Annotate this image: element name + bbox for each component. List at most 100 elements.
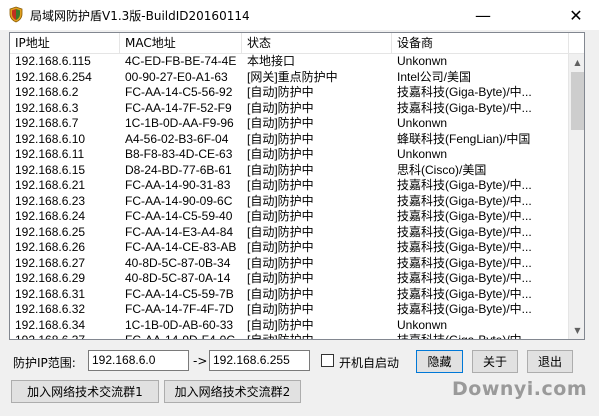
status-cell: [自动]防护中 [247,209,314,223]
table-row[interactable]: 192.168.6.29 40-8D-5C-87-0A-14 [自动]防护中 技嘉科技… [10,271,569,287]
autostart-label[interactable]: 开机自启动 [339,354,399,371]
vendor-cell: Unkonwn [397,116,448,130]
vendor-cell: 技嘉科技(Giga-Byte)/中... [397,100,532,115]
hide-button[interactable]: 隐藏 [416,350,463,373]
table-row[interactable]: 192.168.6.15 D8-24-BD-77-6B-61 [自动]防护中 思科(C… [10,163,569,179]
list-header: IP地址 MAC地址 状态 设备商 [10,33,584,54]
ip-cell: 192.168.6.21 [15,178,86,192]
mac-cell: FC-AA-14-C5-59-40 [125,209,233,223]
scroll-up-icon[interactable]: ▲ [569,54,584,71]
title-bar: 局域网防护盾V1.3版-BuildID20160114 — ✕ [0,0,599,30]
device-list[interactable]: IP地址 MAC地址 状态 设备商 192.168.6.115 4C-ED-FB-… [9,32,585,340]
vendor-cell: 技嘉科技(Giga-Byte)/中... [397,271,532,285]
mac-cell: 40-8D-5C-87-0B-34 [125,255,231,270]
range-start-input[interactable]: 192.168.6.0 [88,350,189,371]
ip-cell: 192.168.6.37 [10,333,119,339]
scroll-down-icon[interactable]: ▼ [569,322,584,339]
table-row[interactable]: 192.168.6.32 FC-AA-14-7F-4F-7D [自动]防护中 技嘉科技… [10,302,569,318]
mac-cell: FC-AA-14-90-31-83 [125,178,231,192]
mac-cell: FC-AA-14-7F-52-F9 [125,100,232,115]
vertical-scrollbar[interactable]: ▲ ▼ [568,54,584,339]
ip-cell: 192.168.6.23 [15,193,86,208]
ip-cell: 192.168.6.15 [15,162,86,177]
vendor-cell: 技嘉科技(Giga-Byte)/中... [392,333,569,339]
table-row[interactable]: 192.168.6.31 FC-AA-14-C5-59-7B [自动]防护中 技嘉科技… [10,287,569,303]
minimize-button[interactable]: — [460,0,506,30]
column-header-mac[interactable]: MAC地址 [120,33,242,53]
status-cell: [自动]防护中 [247,193,314,208]
vendor-cell: 技嘉科技(Giga-Byte)/中... [397,178,532,192]
ip-cell: 192.168.6.25 [15,224,86,239]
vendor-cell: 蜂联科技(FengLian)/中国 [397,131,531,146]
status-cell: [自动]防护中 [247,178,314,192]
status-cell: [自动]防护中 [247,286,314,301]
vendor-cell: 技嘉科技(Giga-Byte)/中... [397,85,532,99]
join-group1-button[interactable]: 加入网络技术交流群1 [11,380,159,403]
status-cell: [自动]防护中 [247,162,314,177]
status-cell: [自动]防护中 [247,317,314,332]
table-row[interactable]: 192.168.6.3 FC-AA-14-7F-52-F9 [自动]防护中 技嘉科技(… [10,101,569,117]
column-header-status[interactable]: 状态 [242,33,392,53]
ip-cell: 192.168.6.26 [15,240,86,254]
table-row[interactable]: 192.168.6.23 FC-AA-14-90-09-6C [自动]防护中 技嘉科技… [10,194,569,210]
status-cell: [自动]防护中 [247,147,314,161]
column-header-ip[interactable]: IP地址 [10,33,120,53]
table-row[interactable]: 192.168.6.10 A4-56-02-B3-6F-04 [自动]防护中 蜂联科技… [10,132,569,148]
table-row[interactable]: 192.168.6.7 1C-1B-0D-AA-F9-96 [自动]防护中 Unkon… [10,116,569,132]
vendor-cell: Unkonwn [397,54,448,68]
list-body: 192.168.6.115 4C-ED-FB-BE-74-4E 本地接口 Unkonw… [10,54,569,339]
window-title: 局域网防护盾V1.3版-BuildID20160114 [30,9,250,23]
range-arrow: -> [193,354,208,368]
minimize-icon: — [475,5,491,25]
vendor-cell: 技嘉科技(Giga-Byte)/中... [397,302,532,316]
vendor-cell: 技嘉科技(Giga-Byte)/中... [397,240,532,254]
close-icon: ✕ [569,5,583,25]
column-header-vendor[interactable]: 设备商 [392,33,569,53]
join-group2-button[interactable]: 加入网络技术交流群2 [164,380,301,403]
vendor-cell: 技嘉科技(Giga-Byte)/中... [397,193,532,208]
table-row[interactable]: 192.168.6.26 FC-AA-14-CE-83-AB [自动]防护中 技嘉科技… [10,240,569,256]
ip-cell: 192.168.6.254 [15,69,92,84]
table-row[interactable]: 192.168.6.2 FC-AA-14-C5-56-92 [自动]防护中 技嘉科技(… [10,85,569,101]
status-cell: [自动]防护中 [247,131,314,146]
status-cell: [自动]防护中 [247,116,314,130]
vendor-cell: 思科(Cisco)/美国 [397,162,487,177]
exit-button[interactable]: 退出 [527,350,573,373]
vendor-cell: 技嘉科技(Giga-Byte)/中... [397,224,532,239]
table-row[interactable]: 192.168.6.25 FC-AA-14-E3-A4-84 [自动]防护中 技嘉科技… [10,225,569,241]
table-row[interactable]: 192.168.6.254 00-90-27-E0-A1-63 [网关]重点防护中 I… [10,70,569,86]
range-label: 防护IP范围: [13,356,76,370]
status-cell: [自动]防护中 [247,85,314,99]
status-cell: [网关]重点防护中 [247,69,338,84]
table-row[interactable]: 192.168.6.34 1C-1B-0D-AB-60-33 [自动]防护中 Unko… [10,318,569,334]
status-cell: [自动]防护中 [247,224,314,239]
vendor-cell: 技嘉科技(Giga-Byte)/中... [397,286,532,301]
status-cell: [自动]防护中 [247,302,314,316]
ip-cell: 192.168.6.115 [15,54,91,68]
table-row[interactable]: 192.168.6.11 B8-F8-83-4D-CE-63 [自动]防护中 Unko… [10,147,569,163]
autostart-checkbox[interactable] [321,354,334,367]
vendor-cell: 技嘉科技(Giga-Byte)/中... [397,255,532,270]
mac-cell: 1C-1B-0D-AA-F9-96 [125,116,234,130]
ip-cell: 192.168.6.34 [15,317,86,332]
scroll-thumb[interactable] [571,72,584,130]
table-row[interactable]: 192.168.6.27 40-8D-5C-87-0B-34 [自动]防护中 技嘉科技… [10,256,569,272]
ip-cell: 192.168.6.7 [15,116,79,130]
mac-cell: B8-F8-83-4D-CE-63 [125,147,233,161]
mac-cell: FC-AA-14-C5-59-7B [125,286,234,301]
close-button[interactable]: ✕ [553,0,599,30]
range-end-input[interactable]: 192.168.6.255 [209,350,310,371]
about-button[interactable]: 关于 [472,350,518,373]
mac-cell: A4-56-02-B3-6F-04 [125,131,229,146]
vendor-cell: Unkonwn [397,147,448,161]
ip-cell: 192.168.6.31 [15,286,86,301]
table-row[interactable]: 192.168.6.115 4C-ED-FB-BE-74-4E 本地接口 Unkonw… [10,54,569,70]
table-row[interactable]: 192.168.6.21 FC-AA-14-90-31-83 [自动]防护中 技嘉科技… [10,178,569,194]
table-row[interactable]: 192.168.6.24 FC-AA-14-C5-59-40 [自动]防护中 技嘉科技… [10,209,569,225]
mac-cell: 40-8D-5C-87-0A-14 [125,271,231,285]
mac-cell: D8-24-BD-77-6B-61 [125,162,232,177]
ip-cell: 192.168.6.32 [15,302,86,316]
status-cell: [自动]防护中 [247,240,314,254]
table-row[interactable]: 192.168.6.37FC-AA-14-9D-F4-0C[自动]防护中技嘉科技… [10,333,569,339]
status-cell: [自动]防护中 [247,255,314,270]
